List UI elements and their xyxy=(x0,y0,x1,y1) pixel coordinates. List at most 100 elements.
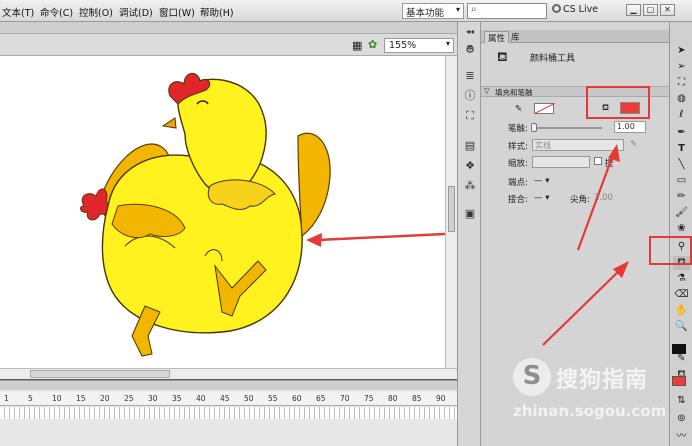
stroke-slider-knob[interactable] xyxy=(531,123,537,132)
miter-label: 尖角: xyxy=(570,195,590,205)
menu-control[interactable]: 控制(O) xyxy=(79,5,113,19)
panel-collapse-icon[interactable]: ◂◂ ✕ xyxy=(462,24,478,52)
ruler-label: 45 xyxy=(220,394,230,403)
stroke-color-pencil-icon: ✎ xyxy=(677,353,686,364)
components-icon[interactable]: ❖ xyxy=(462,158,478,174)
ruler-label: 75 xyxy=(364,394,374,403)
edit-style-pencil-icon[interactable]: ✎ xyxy=(630,139,637,149)
ruler-label: 60 xyxy=(292,394,302,403)
section-title: 填充和笔触 xyxy=(495,88,533,97)
stroke-slider-track[interactable] xyxy=(532,127,602,129)
brush-tool-icon[interactable]: 🖌 xyxy=(673,206,690,220)
ruler-label: 85 xyxy=(412,394,422,403)
ruler-label: 1 xyxy=(4,394,9,403)
collapsed-panel-dock: ◂◂ ✕ ⚙ ≣ ⓘ ⛶ ▤ ❖ ⁂ ▣ xyxy=(457,22,481,446)
stroke-style-select[interactable]: 实线 xyxy=(532,139,624,151)
eyedropper-tool-icon[interactable]: ⚗ xyxy=(673,272,690,286)
cs-live-label: CS Live xyxy=(563,4,599,15)
ruler-label: 55 xyxy=(268,394,278,403)
stage-canvas[interactable] xyxy=(0,56,445,368)
stage-vertical-scrollbar[interactable] xyxy=(445,56,457,368)
ruler-label: 15 xyxy=(76,394,86,403)
zoom-tool-icon[interactable]: 🔍 xyxy=(673,320,690,334)
tools-fill-color-swatch[interactable] xyxy=(672,376,686,386)
eraser-tool-icon[interactable]: ⌫ xyxy=(673,288,690,302)
align-panel-icon[interactable]: ≣ xyxy=(462,68,478,84)
ruler-label: 35 xyxy=(172,394,182,403)
menu-debug[interactable]: 调试(D) xyxy=(119,5,153,19)
miter-value[interactable]: 3.00 xyxy=(594,193,613,203)
tools-stroke-color-swatch[interactable] xyxy=(672,344,686,354)
tab-library[interactable]: 库 xyxy=(508,31,523,43)
menu-window[interactable]: 窗口(W) xyxy=(159,5,195,19)
scroll-thumb[interactable] xyxy=(30,370,170,378)
sogou-logo: S xyxy=(513,358,551,396)
collapse-triangle-icon: ▽ xyxy=(484,87,490,95)
help-search-input[interactable]: ⌕ xyxy=(467,3,547,19)
zoom-select[interactable]: 155% ▾ xyxy=(384,38,454,53)
stroke-color-swatch[interactable] xyxy=(534,103,554,114)
swap-colors-icon[interactable]: ⇅ xyxy=(673,394,690,408)
zoom-value: 155% xyxy=(389,40,417,51)
motion-presets-icon[interactable]: ⁂ xyxy=(462,178,478,194)
hinting-checkbox[interactable] xyxy=(594,157,602,165)
3d-rotation-tool-icon[interactable]: ◍ xyxy=(673,92,690,106)
code-snippets-icon[interactable]: ▤ xyxy=(462,138,478,154)
selection-tool-icon[interactable]: ➤ xyxy=(673,44,690,58)
fill-color-annotation-box xyxy=(586,86,650,119)
history-panel-icon[interactable]: ▣ xyxy=(462,206,478,222)
deco-tool-icon[interactable]: ❀ xyxy=(673,222,690,236)
ruler-label: 70 xyxy=(340,394,350,403)
edit-scene-icon[interactable]: ▦ xyxy=(352,39,362,52)
transform-panel-icon[interactable]: ⛶ xyxy=(462,108,478,124)
scale-select[interactable] xyxy=(532,156,590,168)
smooth-icon[interactable]: 〰 xyxy=(673,430,690,444)
timeline-ruler[interactable]: 1 5 10 15 20 25 30 35 40 45 50 55 60 65 … xyxy=(0,392,457,406)
chevron-down-icon: ▾ xyxy=(445,39,450,48)
scale-label: 缩放: xyxy=(508,159,528,169)
ruler-label: 40 xyxy=(196,394,206,403)
minimize-button[interactable]: ▁ xyxy=(626,4,641,16)
color-panel-icon[interactable]: ⚙ xyxy=(462,42,478,58)
tab-properties[interactable]: 属性 xyxy=(484,31,510,44)
line-tool-icon[interactable]: ╲ xyxy=(673,158,690,172)
menu-help[interactable]: 帮助(H) xyxy=(200,5,234,19)
free-transform-tool-icon[interactable]: ⛶ xyxy=(673,76,690,90)
ruler-label: 65 xyxy=(316,394,326,403)
workspace-switcher[interactable]: 基本功能 ▾ xyxy=(402,3,464,19)
current-tool-name: 颜料桶工具 xyxy=(530,54,576,64)
ruler-label: 80 xyxy=(388,394,398,403)
hand-tool-icon[interactable]: ✋ xyxy=(673,304,690,318)
lasso-tool-icon[interactable]: ℓ xyxy=(673,108,690,122)
snap-to-objects-icon[interactable]: ⊚ xyxy=(673,412,690,426)
join-select[interactable]: — ▾ xyxy=(534,193,549,203)
subselection-tool-icon[interactable]: ➢ xyxy=(673,60,690,74)
cap-select[interactable]: — ▾ xyxy=(534,176,549,186)
text-tool-icon[interactable]: T xyxy=(673,142,690,156)
timeline-frames[interactable] xyxy=(0,407,457,419)
ruler-label: 30 xyxy=(148,394,158,403)
timeline-header xyxy=(0,380,457,390)
paint-bucket-icon: ⛾ xyxy=(497,50,508,65)
info-panel-icon[interactable]: ⓘ xyxy=(462,88,478,104)
workspace-label: 基本功能 xyxy=(406,8,445,19)
pencil-tool-icon[interactable]: ✏ xyxy=(673,190,690,204)
edit-symbols-icon[interactable]: ✿ xyxy=(368,38,377,51)
chevron-down-icon: ▾ xyxy=(455,5,460,14)
stage-horizontal-scrollbar[interactable] xyxy=(0,368,457,379)
watermark-title: 搜狗指南 xyxy=(556,368,649,393)
stroke-width-input[interactable]: 1.00 xyxy=(614,121,646,133)
restore-button[interactable]: ▢ xyxy=(643,4,658,16)
ruler-label: 25 xyxy=(124,394,134,403)
scroll-thumb[interactable] xyxy=(448,186,455,232)
rectangle-tool-icon[interactable]: ▭ xyxy=(673,174,690,188)
properties-tab-strip: 属性 库 xyxy=(481,30,669,44)
menu-commands[interactable]: 命令(C) xyxy=(40,5,73,19)
pen-tool-icon[interactable]: ✒ xyxy=(673,126,690,140)
search-icon: ⌕ xyxy=(471,4,477,15)
menu-text[interactable]: 文本(T) xyxy=(2,5,34,19)
cs-live-button[interactable]: CS Live xyxy=(552,4,598,15)
ruler-label: 10 xyxy=(52,394,62,403)
paint-bucket-annotation-box xyxy=(649,236,692,265)
close-button[interactable]: ✕ xyxy=(660,4,675,16)
